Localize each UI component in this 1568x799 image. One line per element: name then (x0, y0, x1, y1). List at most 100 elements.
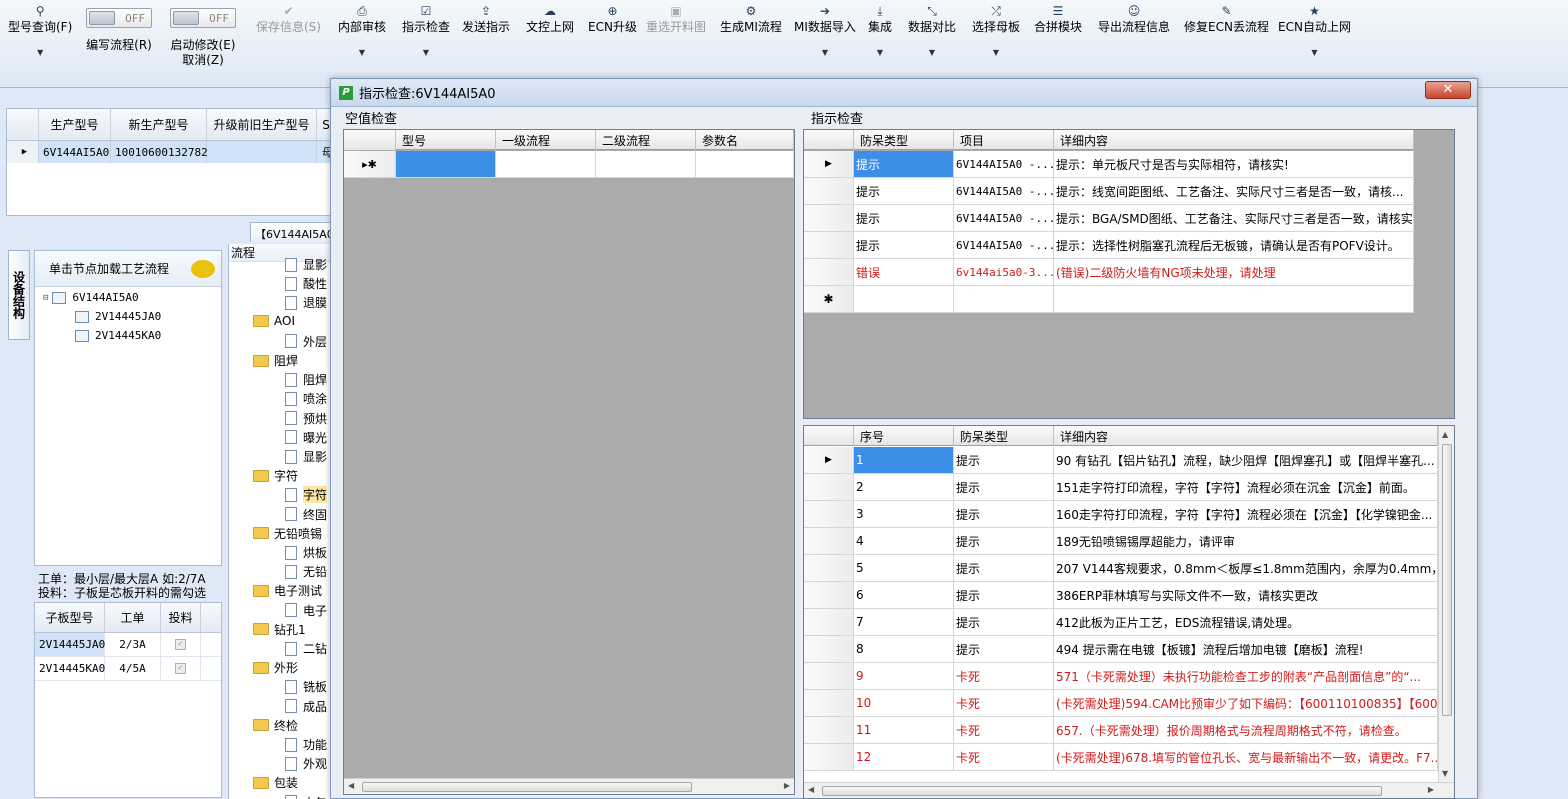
table-row[interactable]: 5 提示 207 V144客规要求，0.8mm＜板厚≤1.8mm范围内，余厚为0.4… (804, 555, 1438, 582)
table-row[interactable]: 错误 6v144ai5a0-3... (错误)二级防火墙有NG项未处理，请处理 (804, 259, 1414, 286)
toolbar-button-15[interactable]: ☰ 合拼模块 (1034, 2, 1082, 70)
process-step[interactable]: 内包 (285, 794, 327, 799)
col-type[interactable]: 防呆类型 (854, 130, 954, 150)
cell-detail[interactable]: 657.（卡死需处理）报价周期格式与流程周期格式不符，请检查。 (1054, 717, 1438, 744)
toggle-switch[interactable]: OFF (170, 8, 236, 28)
cell-detail[interactable]: (错误)二级防火墙有NG项未处理，请处理 (1054, 259, 1414, 286)
cell-no[interactable]: 1 (854, 447, 954, 474)
toolbar-button-10[interactable]: ⚙ 生成MI流程 (720, 2, 782, 70)
toggle-switch[interactable]: OFF (86, 8, 152, 28)
col-production-model[interactable]: 生产型号 (39, 109, 111, 140)
cell-model[interactable] (396, 151, 496, 178)
process-step[interactable]: 显影 (285, 256, 327, 273)
process-step[interactable]: 退膜 (285, 294, 327, 311)
table-row[interactable]: 7 提示 412此板为正片工艺，EDS流程错误,请处理。 (804, 609, 1438, 636)
cell-detail[interactable] (1054, 286, 1414, 313)
toolbar-button-13[interactable]: ⤡ 数据对比 ▼ (908, 2, 956, 70)
process-folder[interactable]: 外形 (253, 659, 298, 676)
col-detail[interactable]: 详细内容 (1054, 426, 1438, 446)
cell-no[interactable]: 9 (854, 663, 954, 690)
cell-item[interactable]: 6V144AI5A0 -... (954, 232, 1054, 259)
cell-type[interactable]: 提示 (854, 178, 954, 205)
col-no[interactable]: 序号 (854, 426, 954, 446)
process-folder[interactable]: AOI (253, 314, 295, 328)
row-selector[interactable] (804, 636, 854, 663)
cell-type[interactable]: 卡死 (954, 717, 1054, 744)
row-selector[interactable] (804, 259, 854, 286)
process-step[interactable]: 酸性 (285, 275, 327, 292)
cell-old-production-model[interactable] (207, 141, 317, 163)
cell-level1[interactable] (496, 151, 596, 178)
cell-type[interactable]: 提示 (954, 501, 1054, 528)
row-selector[interactable] (804, 663, 854, 690)
toolbar-button-16[interactable]: ☺ 导出流程信息 (1098, 2, 1170, 70)
process-step[interactable]: 曝光 (285, 429, 327, 446)
row-selector[interactable] (804, 555, 854, 582)
cell-sub-model[interactable]: 2V14445JA0 (35, 633, 105, 656)
scroll-right-icon[interactable]: ▶ (784, 781, 790, 790)
scroll-left-icon[interactable]: ◀ (348, 781, 354, 790)
col-old-production-model[interactable]: 升级前旧生产型号 (207, 109, 317, 140)
cell-item[interactable]: 6V144AI5A0 -... (954, 151, 1054, 178)
table-row[interactable]: 11 卡死 657.（卡死需处理）报价周期格式与流程周期格式不符，请检查。 (804, 717, 1438, 744)
horizontal-scrollbar[interactable]: ◀ ▶ (344, 778, 794, 794)
cell-no[interactable]: 4 (854, 528, 954, 555)
col-type[interactable]: 防呆类型 (954, 426, 1054, 446)
row-selector[interactable] (804, 232, 854, 259)
dropdown-arrow-icon[interactable]: ▼ (972, 45, 1020, 60)
vertical-scrollbar[interactable]: ▲ ▼ (1438, 426, 1454, 782)
col-level2[interactable]: 二级流程 (596, 130, 696, 150)
toolbar-button-9[interactable]: ▣ 重选开料图 (646, 2, 706, 70)
row-selector[interactable] (804, 528, 854, 555)
process-step[interactable]: 无铅 (285, 563, 327, 580)
chat-bubble-icon[interactable] (191, 260, 215, 278)
row-selector[interactable] (804, 501, 854, 528)
col-new-production-model[interactable]: 新生产型号 (111, 109, 207, 140)
row-selector[interactable] (804, 717, 854, 744)
cell-type[interactable]: 提示 (854, 205, 954, 232)
toolbar-button-8[interactable]: ⊕ ECN升级 (588, 2, 637, 70)
cell-type[interactable]: 提示 (854, 232, 954, 259)
cell-no[interactable]: 8 (854, 636, 954, 663)
dropdown-arrow-icon[interactable]: ▼ (402, 45, 450, 60)
row-selector[interactable] (804, 205, 854, 232)
table-row[interactable]: 3 提示 160走字符打印流程，字符【字符】流程必须在【沉金】【化学镍钯金... (804, 501, 1438, 528)
process-step[interactable]: 成品 (285, 698, 327, 715)
cell-no[interactable]: 11 (854, 717, 954, 744)
table-row[interactable]: 10 卡死 (卡死需处理)594.CAM比预审少了如下编码：【60011010083… (804, 690, 1438, 717)
cell-type[interactable]: 提示 (954, 609, 1054, 636)
dropdown-arrow-icon[interactable]: ▼ (868, 45, 892, 60)
row-selector[interactable] (804, 474, 854, 501)
table-row[interactable]: 2V14445KA0 4/5A ✓ (35, 657, 221, 681)
scroll-thumb[interactable] (362, 782, 692, 792)
table-row[interactable]: 提示 6V144AI5A0 -... 提示：选择性树脂塞孔流程后无板镀，请确认是否有… (804, 232, 1414, 259)
scroll-down-icon[interactable]: ▼ (1442, 769, 1448, 778)
scroll-right-icon[interactable]: ▶ (1428, 785, 1434, 794)
toolbar-button-11[interactable]: ➔ MI数据导入 ▼ (794, 2, 856, 70)
dropdown-arrow-icon[interactable]: ▼ (338, 45, 386, 60)
cell-feed[interactable]: ✓ (161, 657, 201, 680)
process-step[interactable]: 显影 (285, 448, 327, 465)
toolbar-button-7[interactable]: ☁ 文控上网 (526, 2, 574, 70)
table-row[interactable]: 9 卡死 571（卡死需处理）未执行功能检查工步的附表“产品剖面信息”的“... (804, 663, 1438, 690)
process-step[interactable]: 功能 (285, 736, 327, 753)
table-row[interactable]: 2V14445JA0 2/3A ✓ (35, 633, 221, 657)
toolbar-button-12[interactable]: ⤓ 集成 ▼ (868, 2, 892, 70)
cell-detail[interactable]: 386ERP菲林填写与实际文件不一致，请核实更改 (1054, 582, 1438, 609)
collapse-icon[interactable]: ⊟ (43, 293, 48, 303)
table-row[interactable]: 12 卡死 (卡死需处理)678.填写的管位孔长、宽与最新输出不一致，请更改。F7.… (804, 744, 1438, 771)
row-selector[interactable] (804, 744, 854, 771)
cell-detail[interactable]: 提示：单元板尺寸是否与实际相符，请核实! (1054, 151, 1414, 178)
cell-item[interactable] (954, 286, 1054, 313)
cell-detail[interactable]: 151走字符打印流程，字符【字符】流程必须在沉金【沉金】前面。 (1054, 474, 1438, 501)
table-row[interactable]: 8 提示 494 提示需在电镀【板镀】流程后增加电镀【磨板】流程! (804, 636, 1438, 663)
cell-detail[interactable]: 提示：选择性树脂塞孔流程后无板镀，请确认是否有POFV设计。 (1054, 232, 1414, 259)
cell-level2[interactable] (596, 151, 696, 178)
cell-no[interactable]: 10 (854, 690, 954, 717)
cell-no[interactable]: 12 (854, 744, 954, 771)
horizontal-scrollbar[interactable]: ◀ ▶ (804, 782, 1454, 798)
process-folder[interactable]: 字符 (253, 467, 298, 484)
cell-item[interactable]: 6V144AI5A0 -... (954, 205, 1054, 232)
toolbar-button-1[interactable]: OFF 编写流程(R) (86, 8, 152, 76)
cell-order[interactable]: 4/5A (105, 657, 161, 680)
